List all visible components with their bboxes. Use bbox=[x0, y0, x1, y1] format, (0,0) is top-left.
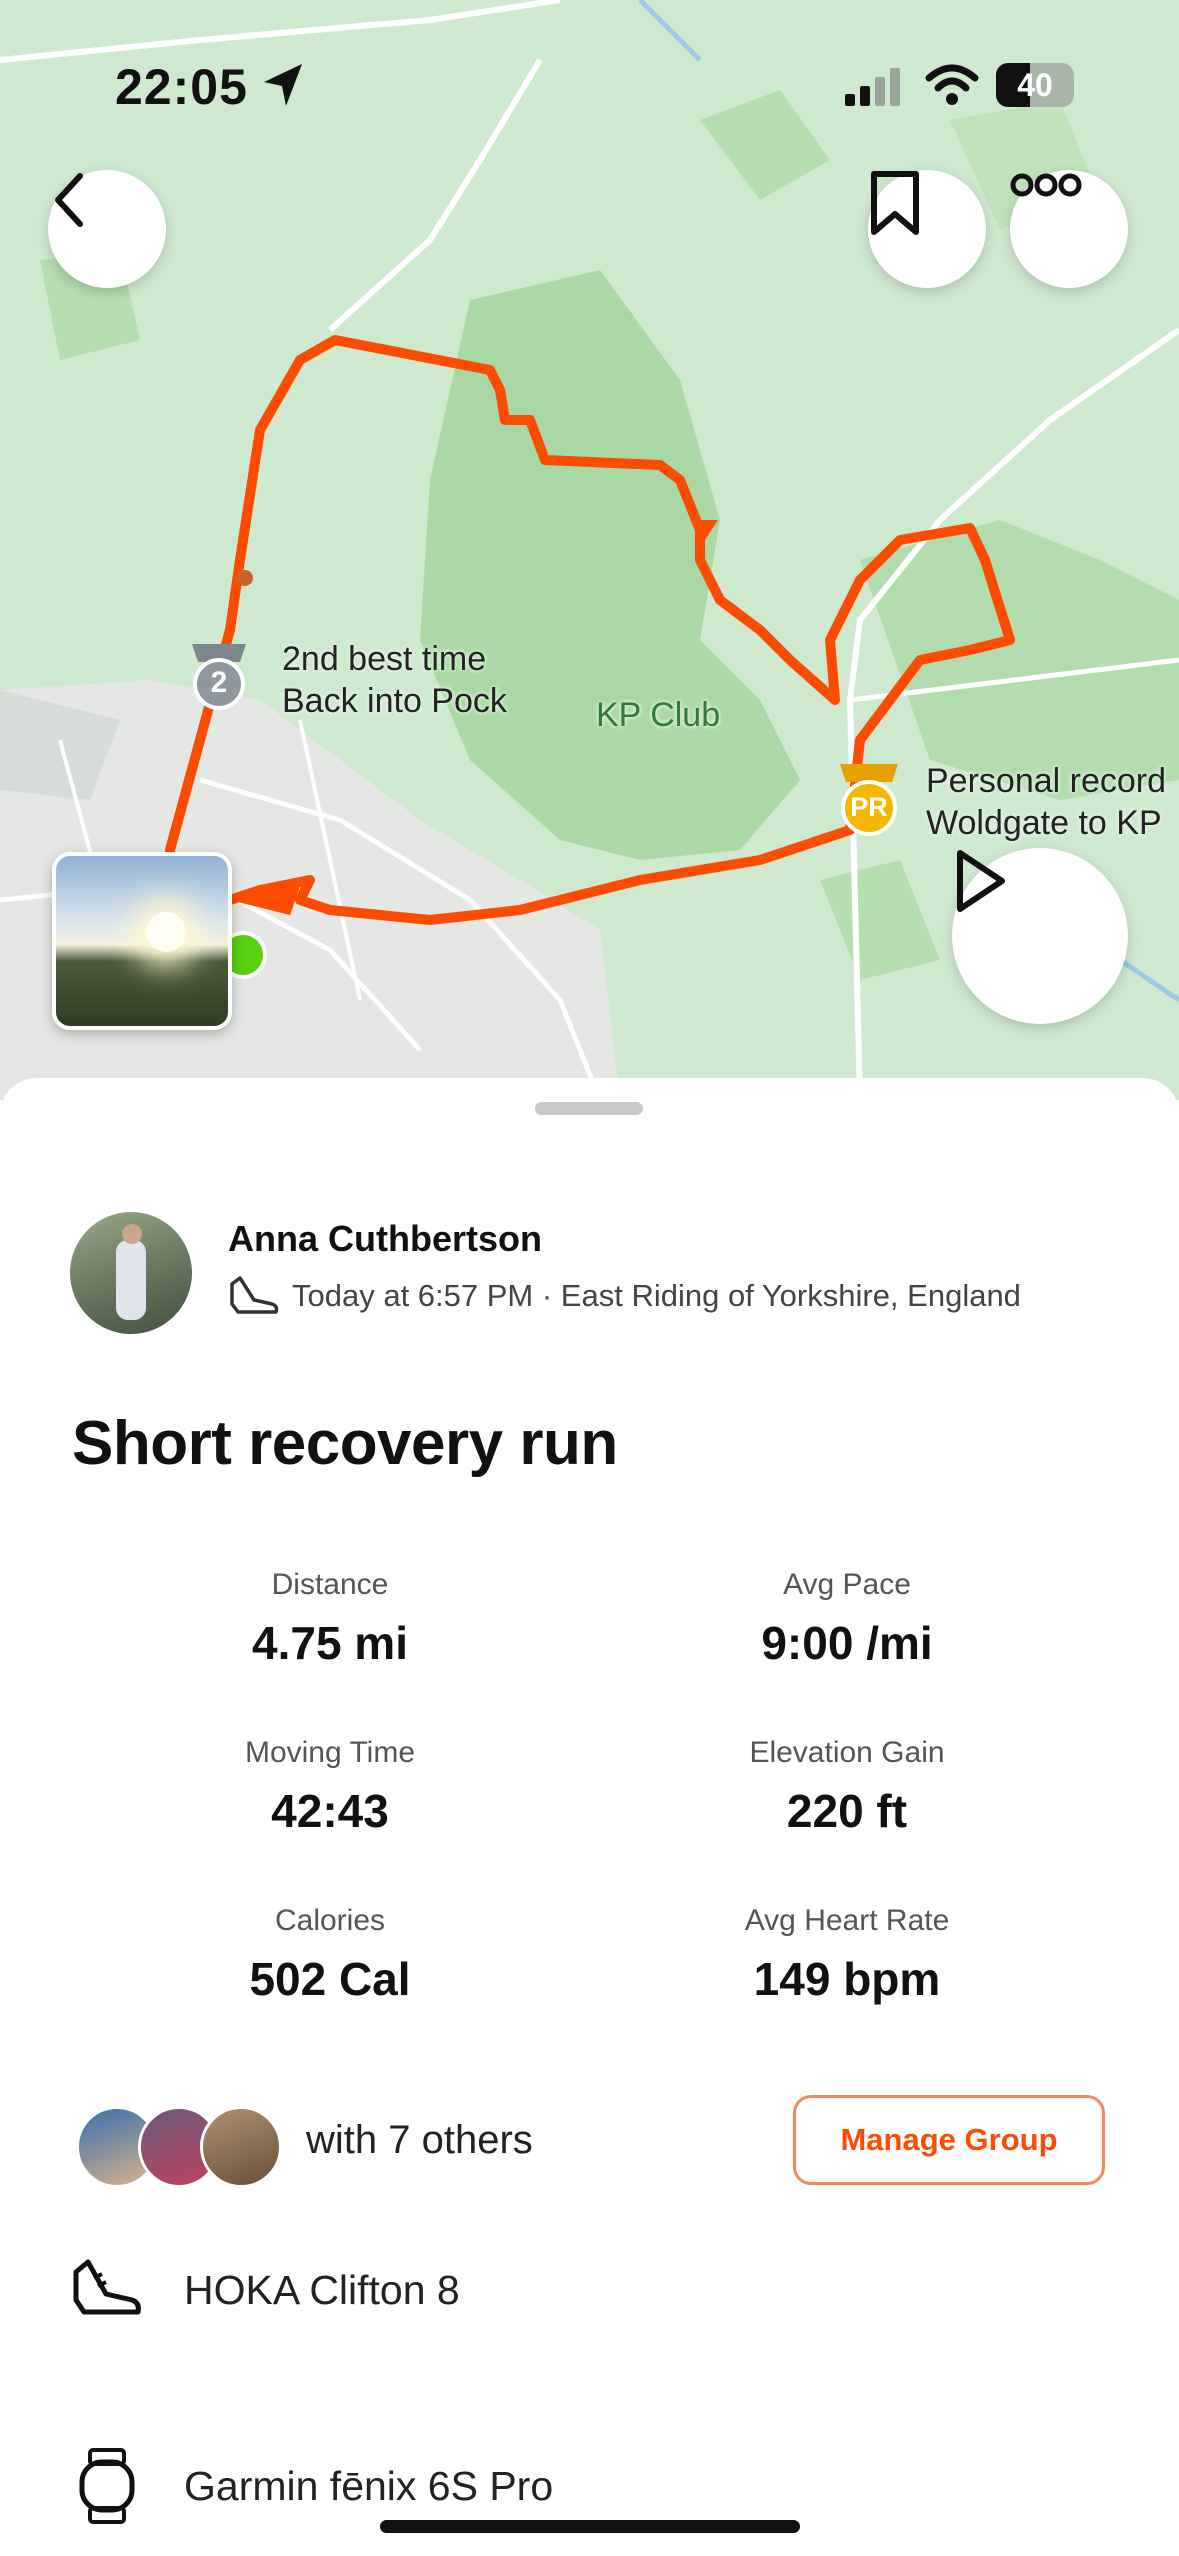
athlete-name[interactable]: Anna Cuthbertson bbox=[228, 1218, 542, 1260]
battery-level: 40 bbox=[1017, 67, 1053, 103]
battery-icon: 40 bbox=[996, 63, 1074, 107]
more-button[interactable] bbox=[1010, 170, 1128, 288]
stat-value: 9:00 /mi bbox=[761, 1617, 933, 1669]
stat-calories: Calories 502 Cal bbox=[70, 1904, 590, 2006]
stat-value: 42:43 bbox=[271, 1785, 389, 1837]
bookmark-button[interactable] bbox=[868, 170, 986, 288]
activity-meta: Today at 6:57 PM · East Riding of Yorksh… bbox=[228, 1274, 1021, 1318]
location-arrow-icon bbox=[264, 64, 302, 106]
segment-name-2[interactable]: Woldgate to KP bbox=[926, 802, 1162, 844]
stat-avg-pace: Avg Pace 9:00 /mi bbox=[587, 1568, 1107, 1670]
activity-photo[interactable] bbox=[52, 852, 232, 1030]
home-indicator[interactable] bbox=[380, 2520, 800, 2533]
manage-group-button[interactable]: Manage Group bbox=[793, 2095, 1105, 2185]
stat-label: Avg Heart Rate bbox=[744, 1904, 950, 1937]
silver-medal-icon: 2 bbox=[184, 640, 254, 712]
back-button[interactable] bbox=[48, 170, 166, 288]
status-time: 22:05 bbox=[115, 59, 248, 115]
pr-medal-icon: PR bbox=[832, 760, 906, 838]
wifi-icon bbox=[925, 64, 979, 105]
place-label: KP Club bbox=[596, 696, 721, 734]
stat-label: Distance bbox=[271, 1568, 389, 1601]
gear-device[interactable]: Garmin fēnix 6S Pro bbox=[70, 2448, 553, 2524]
stat-label: Moving Time bbox=[244, 1736, 416, 1769]
pr-badge: PR bbox=[850, 792, 888, 822]
stat-label: Elevation Gain bbox=[749, 1736, 945, 1769]
back-icon bbox=[55, 173, 83, 227]
stat-avg-heart-rate: Avg Heart Rate 149 bpm bbox=[587, 1904, 1107, 2006]
shoe-icon bbox=[73, 2259, 141, 2315]
device-name: Garmin fēnix 6S Pro bbox=[184, 2462, 554, 2509]
shoe-name: HOKA Clifton 8 bbox=[184, 2266, 460, 2313]
stat-label: Avg Pace bbox=[783, 1568, 911, 1601]
stat-distance: Distance 4.75 mi bbox=[70, 1568, 590, 1670]
sheet-grabber[interactable] bbox=[535, 1102, 643, 1115]
stat-value: 4.75 mi bbox=[252, 1617, 408, 1669]
status-bar: 22:05 40 bbox=[0, 0, 1179, 170]
watch-icon bbox=[79, 2448, 135, 2524]
segment-name-1[interactable]: Back into Pock bbox=[282, 680, 507, 722]
group-avatars[interactable] bbox=[76, 2106, 282, 2188]
shoe-icon bbox=[230, 1276, 279, 1314]
activity-time-location: Today at 6:57 PM · East Riding of Yorksh… bbox=[292, 1278, 1021, 1313]
play-icon bbox=[957, 850, 1005, 912]
stat-label: Calories bbox=[274, 1904, 386, 1937]
second-best-label: 2nd best time bbox=[282, 640, 487, 678]
avatar[interactable] bbox=[70, 1212, 192, 1334]
bookmark-icon bbox=[871, 171, 919, 235]
activity-title: Short recovery run bbox=[72, 1409, 618, 1478]
gear-shoes[interactable]: HOKA Clifton 8 bbox=[70, 2258, 460, 2322]
stat-value: 502 Cal bbox=[249, 1953, 411, 2005]
personal-record-label: Personal record bbox=[926, 762, 1167, 800]
more-icon bbox=[1010, 173, 1082, 197]
stat-moving-time: Moving Time 42:43 bbox=[70, 1736, 590, 1838]
flyover-play-button[interactable] bbox=[952, 848, 1128, 1024]
stat-elevation-gain: Elevation Gain 220 ft bbox=[587, 1736, 1107, 1838]
medal-rank: 2 bbox=[210, 666, 228, 699]
route-map[interactable]: 22:05 40 2 2nd best time Back into Pock … bbox=[0, 0, 1179, 1100]
group-avatar bbox=[200, 2106, 282, 2188]
activity-sheet: Anna Cuthbertson Today at 6:57 PM · East… bbox=[0, 1078, 1179, 2556]
group-text[interactable]: with 7 others bbox=[306, 2118, 533, 2163]
stat-value: 149 bpm bbox=[753, 1953, 941, 2005]
signal-icon bbox=[845, 68, 900, 106]
stat-value: 220 ft bbox=[786, 1785, 908, 1837]
